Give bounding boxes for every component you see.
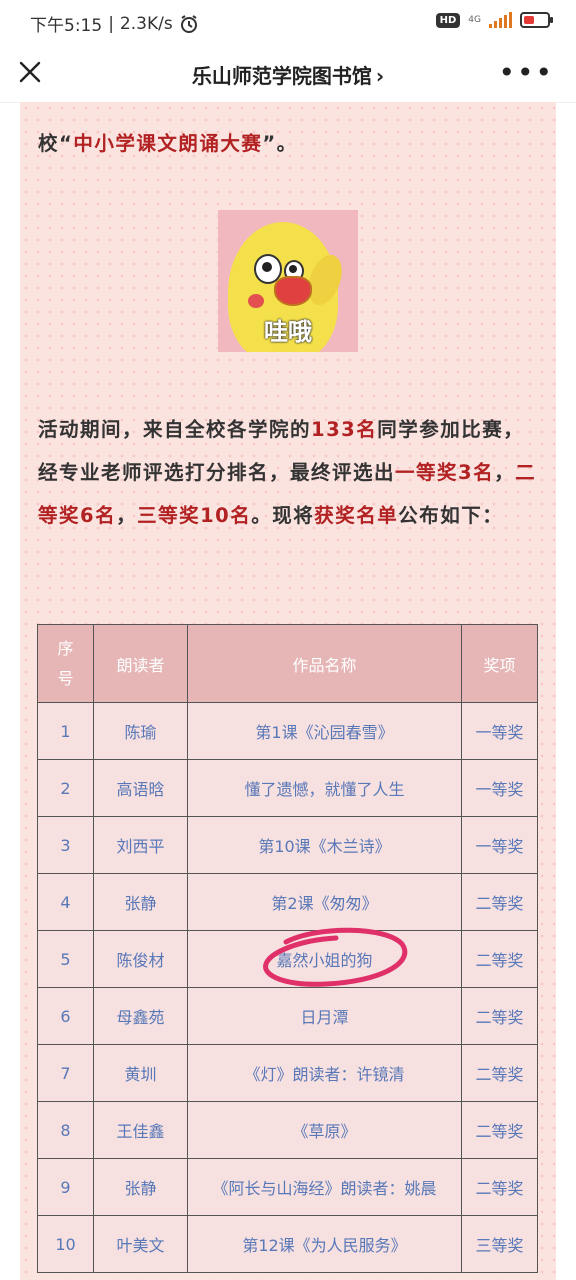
cell-award: 二等奖 (461, 987, 538, 1045)
para2-text-4: ， (116, 504, 138, 527)
cell-seq: 2 (37, 759, 94, 817)
status-left: 下午5:15 | 2.3K/s (30, 11, 199, 36)
para2-text-3: ， (494, 461, 516, 484)
cell-seq: 6 (37, 987, 94, 1045)
cell-reader: 黄圳 (93, 1044, 188, 1102)
participant-count: 133名 (311, 418, 378, 441)
cell-seq: 5 (37, 930, 94, 988)
cell-seq: 10 (37, 1215, 94, 1273)
cell-reader: 刘西平 (93, 816, 188, 874)
cell-seq: 9 (37, 1158, 94, 1216)
cell-work: 《草原》 (187, 1101, 462, 1159)
third-prize-count: 三等奖10名 (137, 504, 252, 527)
cell-seq: 7 (37, 1044, 94, 1102)
more-icon[interactable]: ••• (498, 56, 554, 89)
cell-award: 一等奖 (461, 816, 538, 874)
battery-icon (520, 12, 553, 28)
table-row: 8 王佳鑫 《草原》 二等奖 (37, 1101, 538, 1159)
cell-work: 《灯》朗读者：许镜清 (187, 1044, 462, 1102)
cell-work: 第1课《沁园春雪》 (187, 702, 462, 760)
cell-reader: 王佳鑫 (93, 1101, 188, 1159)
page-title[interactable]: 乐山师范学院图书馆 › (0, 60, 576, 89)
table-row: 3 刘西平 第10课《木兰诗》 一等奖 (37, 816, 538, 874)
para1-text-end: ”。 (262, 132, 298, 155)
header-work: 作品名称 (187, 624, 462, 703)
status-net-speed: 2.3K/s (119, 13, 173, 34)
hd-icon: HD (435, 12, 461, 28)
contest-name-highlight: 中小学课文朗诵大赛 (73, 132, 263, 155)
cell-reader: 陈瑜 (93, 702, 188, 760)
cell-award: 三等奖 (461, 1215, 538, 1273)
header-award: 奖项 (461, 624, 538, 703)
table-row: 1 陈瑜 第1课《沁园春雪》 一等奖 (37, 702, 538, 760)
cell-reader: 陈俊材 (93, 930, 188, 988)
winner-list-highlight: 获奖名单 (314, 504, 399, 527)
para2-text-6: 公布如下： (398, 504, 504, 527)
cell-reader: 张静 (93, 1158, 188, 1216)
page-title-text: 乐山师范学院图书馆 (191, 64, 372, 88)
article-content: …………………………………………… 校“中小学课文朗诵大赛”。 哇哦 活动期间，… (20, 102, 556, 1280)
cell-award: 一等奖 (461, 759, 538, 817)
para2-text-1: 活动期间，来自全校各学院的 (38, 418, 312, 441)
nav-bar: 乐山师范学院图书馆 › ••• (0, 44, 576, 103)
cell-reader: 高语晗 (93, 759, 188, 817)
para2-text-5: 。现将 (251, 504, 315, 527)
status-right: HD 4G (435, 12, 553, 28)
header-seq: 序号 (37, 624, 94, 703)
cell-seq: 8 (37, 1101, 94, 1159)
table-header-row: 序号 朗读者 作品名称 奖项 (37, 624, 538, 703)
cell-work: 第10课《木兰诗》 (187, 816, 462, 874)
chevron-right-icon: › (375, 64, 385, 88)
cell-reader: 张静 (93, 873, 188, 931)
paragraph-1-tail: 校“中小学课文朗诵大赛”。 (38, 122, 538, 165)
status-time: 下午5:15 (30, 16, 103, 36)
cell-work: 《阿长与山海经》朗读者：姚晨 (187, 1158, 462, 1216)
cell-reader: 叶美文 (93, 1215, 188, 1273)
status-bar: 下午5:15 | 2.3K/s HD 4G (0, 0, 576, 44)
sticker-image: 哇哦 (218, 210, 358, 352)
cell-award: 二等奖 (461, 1101, 538, 1159)
table-row: 10 叶美文 第12课《为人民服务》 三等奖 (37, 1215, 538, 1273)
cell-award: 二等奖 (461, 930, 538, 988)
cell-award: 二等奖 (461, 873, 538, 931)
cell-seq: 4 (37, 873, 94, 931)
cell-seq: 1 (37, 702, 94, 760)
paragraph-2: 活动期间，来自全校各学院的133名同学参加比赛，经专业老师评选打分排名，最终评选… (38, 408, 538, 537)
alarm-icon (180, 14, 197, 33)
cell-work: 懂了遗憾，就懂了人生 (187, 759, 462, 817)
cell-seq: 3 (37, 816, 94, 874)
table-row: 2 高语晗 懂了遗憾，就懂了人生 一等奖 (37, 759, 538, 817)
cell-award: 二等奖 (461, 1044, 538, 1102)
sticker-caption: 哇哦 (264, 318, 312, 346)
cell-reader: 母鑫苑 (93, 987, 188, 1045)
cell-award: 一等奖 (461, 702, 538, 760)
status-divider: | (108, 13, 114, 34)
para1-text: 校“ (38, 132, 74, 155)
table-row: 7 黄圳 《灯》朗读者：许镜清 二等奖 (37, 1044, 538, 1102)
cell-award: 二等奖 (461, 1158, 538, 1216)
annotation-circle (263, 927, 408, 987)
first-prize-count: 一等奖3名 (395, 461, 495, 484)
table-row: 9 张静 《阿长与山海经》朗读者：姚晨 二等奖 (37, 1158, 538, 1216)
signal-icon (489, 12, 512, 28)
cell-work: 第12课《为人民服务》 (187, 1215, 462, 1273)
network-type: 4G (468, 15, 481, 25)
header-reader: 朗读者 (93, 624, 188, 703)
